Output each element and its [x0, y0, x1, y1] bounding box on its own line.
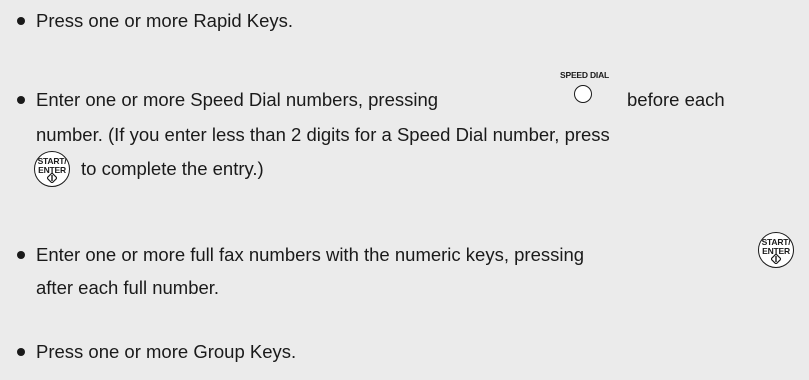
start-diamond-icon	[771, 254, 781, 264]
start-enter-key-icon: START/ ENTER	[758, 232, 794, 268]
list-item-speed-dial-line1: Enter one or more Speed Dial numbers, pr…	[36, 89, 439, 110]
list-item-fax-numbers-line1: Enter one or more full fax numbers with …	[36, 244, 585, 265]
list-item-rapid-keys: Press one or more Rapid Keys.	[36, 10, 294, 31]
speed-dial-label: SPEED DIAL	[560, 70, 610, 80]
start-enter-key-icon: START/ ENTER	[34, 151, 70, 187]
bullet-icon	[17, 348, 25, 356]
list-item-speed-dial-line3: to complete the entry.)	[81, 158, 264, 179]
list-item-group-keys: Press one or more Group Keys.	[36, 341, 297, 362]
start-diamond-icon	[47, 173, 57, 183]
speed-dial-button-icon	[574, 85, 592, 103]
list-item-speed-dial-line1-end: before each	[627, 89, 725, 110]
speed-dial-key-icon: SPEED DIAL	[560, 70, 610, 114]
list-item-fax-numbers-line2: after each full number.	[36, 277, 220, 298]
bullet-icon	[17, 96, 25, 104]
bullet-icon	[17, 17, 25, 25]
bullet-icon	[17, 251, 25, 259]
instruction-list: Press one or more Rapid Keys. Enter one …	[0, 0, 809, 380]
list-item-speed-dial-line2: number. (If you enter less than 2 digits…	[36, 124, 610, 145]
